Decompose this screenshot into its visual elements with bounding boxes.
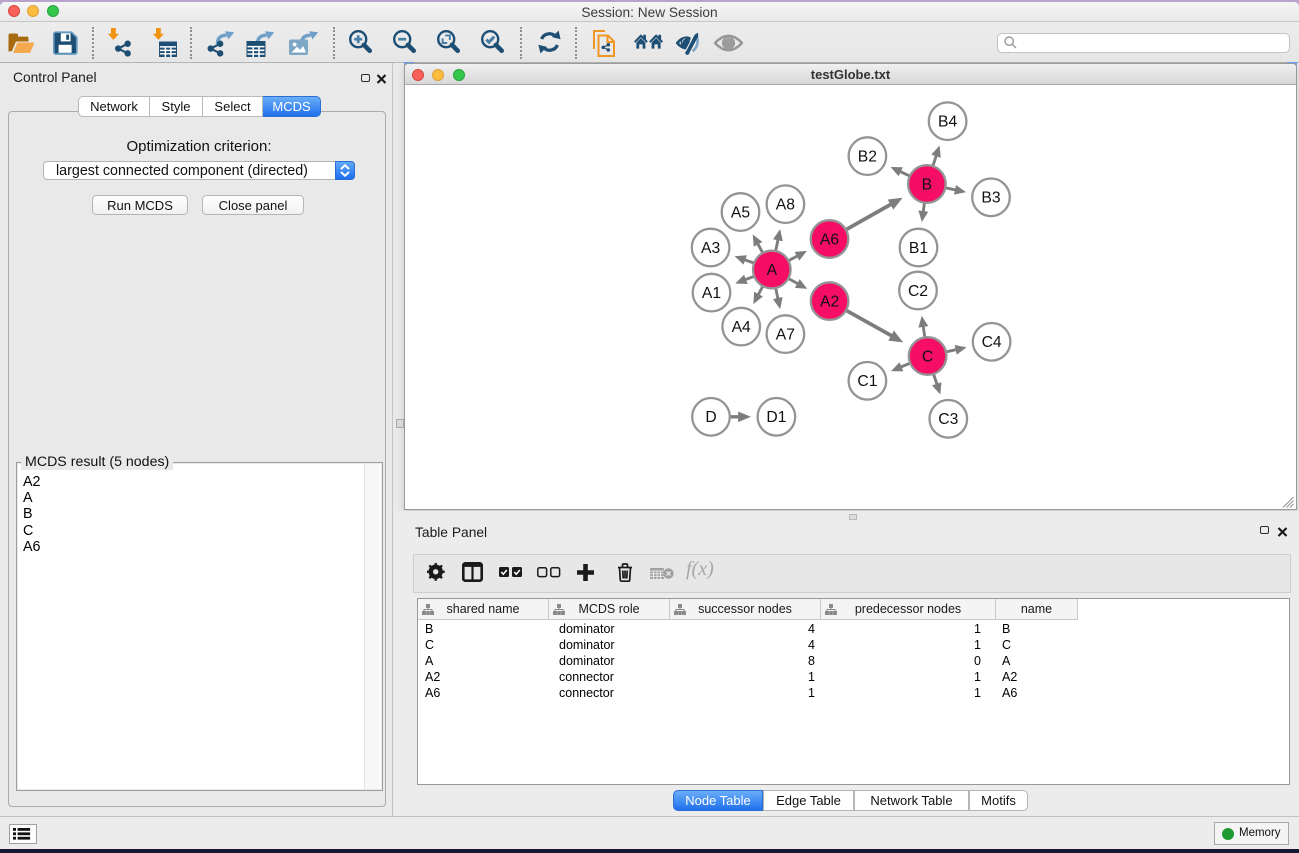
svg-text:B2: B2 bbox=[858, 149, 877, 166]
svg-text:C1: C1 bbox=[857, 373, 877, 390]
svg-text:A4: A4 bbox=[732, 319, 751, 336]
svg-text:B: B bbox=[922, 176, 932, 193]
svg-text:B1: B1 bbox=[909, 240, 928, 257]
svg-text:D1: D1 bbox=[766, 409, 786, 426]
svg-text:A: A bbox=[767, 262, 778, 279]
svg-text:A2: A2 bbox=[820, 294, 839, 311]
svg-text:A1: A1 bbox=[702, 285, 721, 302]
svg-text:A7: A7 bbox=[776, 327, 795, 344]
svg-text:A8: A8 bbox=[776, 197, 795, 214]
svg-text:A5: A5 bbox=[731, 204, 750, 221]
svg-text:B3: B3 bbox=[981, 190, 1000, 207]
svg-text:C4: C4 bbox=[982, 334, 1002, 351]
svg-text:A3: A3 bbox=[701, 240, 720, 257]
svg-text:B4: B4 bbox=[938, 114, 957, 131]
svg-text:D: D bbox=[705, 409, 716, 426]
svg-text:A6: A6 bbox=[820, 231, 839, 248]
svg-text:C2: C2 bbox=[908, 283, 928, 300]
svg-text:C: C bbox=[922, 348, 933, 365]
svg-text:C3: C3 bbox=[938, 411, 958, 428]
